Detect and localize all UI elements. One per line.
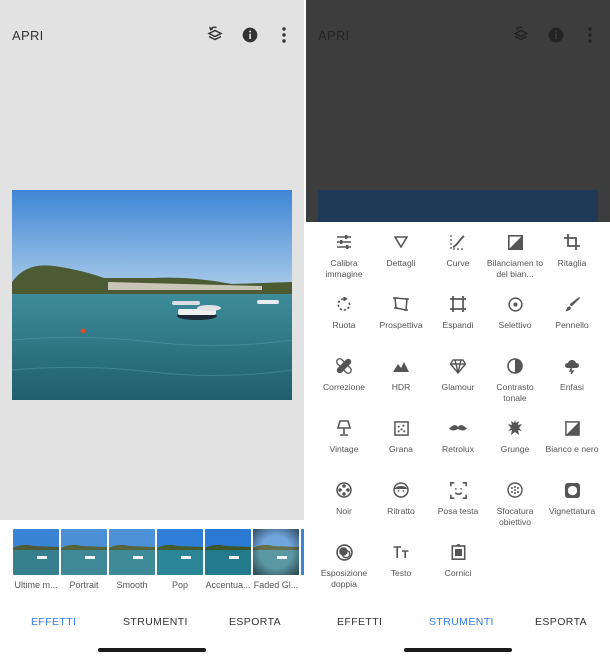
double-exposure-icon	[334, 542, 354, 562]
tool-brush[interactable]: Pennello	[543, 294, 601, 331]
more-vert-icon[interactable]	[273, 24, 295, 46]
face-icon	[391, 480, 411, 500]
perspective-icon	[391, 294, 411, 314]
target-icon	[505, 294, 525, 314]
tab-tools[interactable]: STRUMENTI	[123, 616, 188, 628]
tab-effects[interactable]: EFFETTI	[31, 616, 76, 628]
tool-curves[interactable]: Curve	[429, 232, 487, 269]
filter-thumbnail	[61, 529, 107, 575]
filter-item[interactable]: Smooth	[109, 529, 155, 590]
tool-white-balance[interactable]: Bilanciamen to del bian...	[486, 232, 544, 279]
filter-thumbnail	[13, 529, 59, 575]
tool-noir[interactable]: Noir	[315, 480, 373, 517]
film-reel-icon	[334, 480, 354, 500]
tab-export[interactable]: ESPORTA	[229, 616, 281, 628]
top-bar: APRI	[306, 0, 610, 70]
tool-grunge[interactable]: Grunge	[486, 418, 544, 455]
sliders-icon	[334, 232, 354, 252]
brush-icon	[562, 294, 582, 314]
tool-details[interactable]: Dettagli	[372, 232, 430, 269]
filter-item[interactable]: Portrait	[61, 529, 107, 590]
photo-preview	[318, 190, 598, 222]
tools-screen: APRI Calibra immagine Dettagli Curve Bil…	[306, 0, 610, 657]
info-icon[interactable]	[239, 24, 261, 46]
home-indicator	[404, 648, 512, 652]
lamp-icon	[334, 418, 354, 438]
filter-thumbnail	[205, 529, 251, 575]
tool-crop[interactable]: Ritaglia	[543, 232, 601, 269]
dimmed-canvas: APRI	[306, 0, 610, 222]
grunge-icon	[505, 418, 525, 438]
tool-frames[interactable]: Cornici	[429, 542, 487, 579]
top-bar: APRI	[0, 0, 304, 70]
filter-item[interactable]: Ultime m...	[13, 529, 59, 590]
photo-preview	[12, 190, 292, 400]
tool-expand[interactable]: Espandi	[429, 294, 487, 331]
bandage-icon	[334, 356, 354, 376]
open-button[interactable]: APRI	[12, 28, 44, 43]
diamond-icon	[448, 356, 468, 376]
tool-text[interactable]: Testo	[372, 542, 430, 579]
contrast-icon	[505, 356, 525, 376]
tools-grid: Calibra immagine Dettagli Curve Bilancia…	[306, 222, 610, 598]
tool-vignette[interactable]: Vignettatura	[543, 480, 601, 517]
tool-drama[interactable]: Enfasi	[543, 356, 601, 393]
filter-item[interactable]: Accentua...	[205, 529, 251, 590]
tab-effects[interactable]: EFFETTI	[337, 616, 382, 628]
crop-icon	[562, 232, 582, 252]
filter-item[interactable]: Pop	[157, 529, 203, 590]
tool-portrait[interactable]: Ritratto	[372, 480, 430, 517]
screen: APRI Ultime m... Portrait Smooth Pop Acc…	[0, 0, 610, 657]
tool-rotate[interactable]: Ruota	[315, 294, 373, 331]
frame-icon	[448, 542, 468, 562]
tool-head-pose[interactable]: Posa testa	[429, 480, 487, 517]
curve-icon	[448, 232, 468, 252]
face-frame-icon	[448, 480, 468, 500]
white-balance-icon	[505, 232, 525, 252]
expand-icon	[448, 294, 468, 314]
filter-thumbnail	[109, 529, 155, 575]
tool-double-exposure[interactable]: Esposizione doppia	[315, 542, 373, 589]
tool-retrolux[interactable]: Retrolux	[429, 418, 487, 455]
filter-thumbnail	[157, 529, 203, 575]
tool-healing[interactable]: Correzione	[315, 356, 373, 393]
tool-tune-image[interactable]: Calibra immagine	[315, 232, 373, 279]
mustache-icon	[448, 418, 468, 438]
mountain-icon	[391, 356, 411, 376]
home-indicator	[98, 648, 206, 652]
vignette-icon	[562, 480, 582, 500]
history-stack-icon[interactable]	[204, 24, 226, 46]
more-vert-icon[interactable]	[579, 24, 601, 46]
tab-export[interactable]: ESPORTA	[535, 616, 587, 628]
triangle-down-icon	[391, 232, 411, 252]
tool-grain[interactable]: Grana	[372, 418, 430, 455]
bw-icon	[562, 418, 582, 438]
filter-thumbnail	[253, 529, 299, 575]
tool-glamour[interactable]: Glamour	[429, 356, 487, 393]
open-button[interactable]: APRI	[318, 28, 350, 43]
tool-tonal-contrast[interactable]: Contrasto tonale	[486, 356, 544, 403]
tool-perspective[interactable]: Prospettiva	[372, 294, 430, 331]
cloud-bolt-icon	[562, 356, 582, 376]
effects-screen: APRI Ultime m... Portrait Smooth Pop Acc…	[0, 0, 304, 657]
history-stack-icon[interactable]	[510, 24, 532, 46]
tool-hdr[interactable]: HDR	[372, 356, 430, 393]
filter-label: Faded Gl...	[253, 580, 299, 590]
tool-black-white[interactable]: Bianco e nero	[543, 418, 601, 455]
grain-icon	[391, 418, 411, 438]
tool-lens-blur[interactable]: Sfocatura obiettivo	[486, 480, 544, 527]
info-icon[interactable]	[545, 24, 567, 46]
tool-selective[interactable]: Selettivo	[486, 294, 544, 331]
lens-blur-icon	[505, 480, 525, 500]
tool-vintage[interactable]: Vintage	[315, 418, 373, 455]
image-canvas: APRI	[0, 0, 304, 520]
filter-strip: Ultime m... Portrait Smooth Pop Accentua…	[0, 520, 304, 598]
filter-item[interactable]: Faded Gl...	[253, 529, 299, 590]
tab-tools[interactable]: STRUMENTI	[429, 616, 494, 628]
rotate-icon	[334, 294, 354, 314]
text-icon	[391, 542, 411, 562]
